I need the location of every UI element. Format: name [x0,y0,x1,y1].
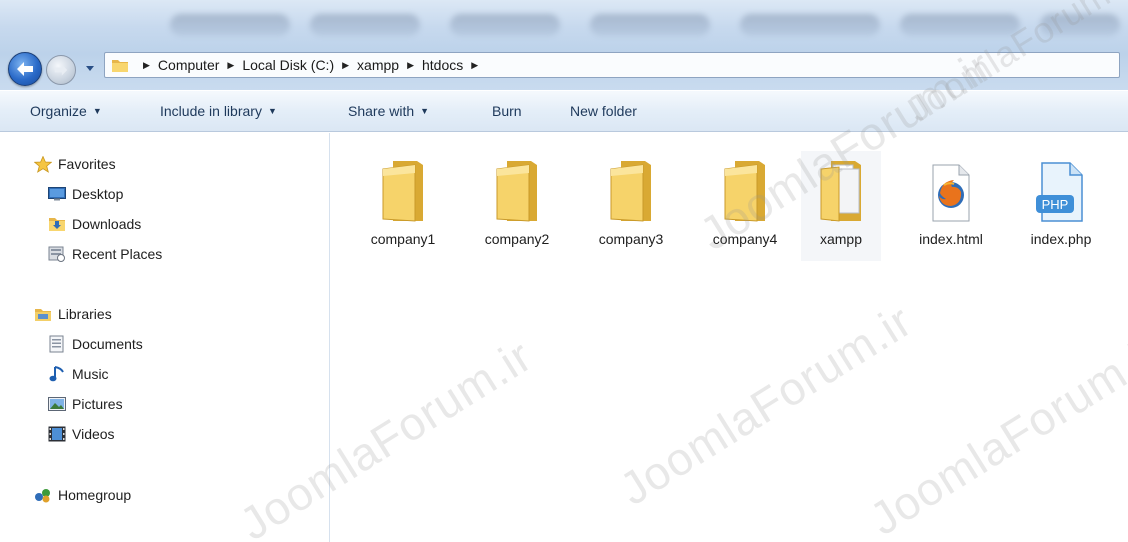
file-name: company4 [712,231,778,247]
music-icon [48,366,66,382]
nav-item-label: Recent Places [72,246,163,262]
burn-label: Burn [492,103,522,119]
nav-item-label: Pictures [72,396,123,412]
nav-item-label: Desktop [72,186,124,202]
chevron-down-icon: ▼ [92,106,102,116]
pictures-icon [48,396,66,412]
nav-item-videos[interactable]: Videos [48,424,115,444]
desktop-icon [48,186,66,202]
recent-places-icon [48,246,66,262]
nav-item-label: Videos [72,426,115,442]
php-file-icon: PHP [1031,151,1091,223]
burn-button[interactable]: Burn [492,103,522,119]
nav-item-label: Music [72,366,109,382]
file-item-company3[interactable]: company3 [581,151,681,261]
new-folder-button[interactable]: New folder [570,103,637,119]
blurred-taskbar-tab [1040,14,1120,36]
nav-favorites-label: Favorites [58,156,116,172]
blurred-taskbar-tab [590,14,710,36]
command-bar: Organize ▼ Include in library ▼ Share with… [0,90,1128,132]
recent-pages-dropdown[interactable] [85,64,95,74]
blurred-taskbar-tab [170,14,290,36]
libraries-icon [34,306,52,322]
nav-item-pictures[interactable]: Pictures [48,394,123,414]
window-title-bar: ▶ Computer ▶ Local Disk (C:) ▶ xampp ▶ h… [0,0,1128,90]
downloads-folder-icon [48,216,66,232]
nav-item-documents[interactable]: Documents [48,334,143,354]
videos-icon [48,426,66,442]
navigation-pane: Favorites Desktop Downloads Recent Place… [0,133,330,542]
breadcrumb-xampp[interactable]: xampp [357,57,399,73]
folder-icon [487,151,547,223]
file-list-pane: company1 company2 company3 company4 xamp… [331,133,1128,542]
nav-item-desktop[interactable]: Desktop [48,184,123,204]
blurred-taskbar-tab [310,14,420,36]
nav-homegroup-label: Homegroup [58,487,132,503]
documents-icon [48,335,66,353]
nav-item-label: Downloads [72,216,142,232]
file-item-company1[interactable]: company1 [353,151,453,261]
include-in-library-label: Include in library [160,103,262,119]
breadcrumb-separator-icon[interactable]: ▶ [407,60,414,71]
firefox-html-file-icon [921,151,981,223]
back-arrow-icon [17,62,33,76]
folder-icon [601,151,661,223]
breadcrumb-separator-icon[interactable]: ▶ [342,60,349,71]
nav-item-downloads[interactable]: Downloads [48,214,141,234]
chevron-down-icon: ▼ [267,106,277,116]
blurred-taskbar-tab [740,14,880,36]
file-name: index.php [1030,231,1092,247]
svg-text:PHP: PHP [1042,197,1069,212]
file-item-index-php[interactable]: PHP index.php [1011,151,1111,261]
nav-libraries-label: Libraries [58,306,112,322]
file-name: company2 [484,231,550,247]
nav-homegroup[interactable]: Homegroup [34,485,131,505]
nav-favorites[interactable]: Favorites [34,154,116,174]
breadcrumb-separator-icon[interactable]: ▶ [471,60,478,71]
breadcrumb-computer[interactable]: Computer [158,57,219,73]
breadcrumb-local-disk[interactable]: Local Disk (C:) [242,57,334,73]
file-name: xampp [819,231,863,247]
star-icon [34,155,52,173]
file-name: company3 [598,231,664,247]
blurred-taskbar-tab [450,14,560,36]
include-in-library-button[interactable]: Include in library ▼ [160,103,277,119]
file-item-company4[interactable]: company4 [695,151,795,261]
folder-icon [715,151,775,223]
file-name: index.html [919,231,983,247]
chevron-down-icon: ▼ [420,106,430,116]
chevron-down-icon [86,66,94,71]
folder-icon [373,151,433,223]
address-bar[interactable]: ▶ Computer ▶ Local Disk (C:) ▶ xampp ▶ h… [104,52,1120,78]
breadcrumb: ▶ Computer ▶ Local Disk (C:) ▶ xampp ▶ h… [135,57,486,73]
nav-item-label: Documents [72,336,143,352]
nav-item-music[interactable]: Music [48,364,109,384]
share-with-button[interactable]: Share with ▼ [348,103,429,119]
file-item-company2[interactable]: company2 [467,151,567,261]
nav-item-recent-places[interactable]: Recent Places [48,244,162,264]
folder-with-files-icon [811,151,871,223]
file-name: company1 [370,231,436,247]
organize-button[interactable]: Organize ▼ [30,103,102,119]
blurred-taskbar-tab [900,14,1020,36]
breadcrumb-separator-icon[interactable]: ▶ [143,60,150,71]
breadcrumb-htdocs[interactable]: htdocs [422,57,463,73]
new-folder-label: New folder [570,103,637,119]
file-item-xampp[interactable]: xampp [801,151,881,261]
forward-button[interactable] [46,55,76,85]
breadcrumb-separator-icon[interactable]: ▶ [227,60,234,71]
homegroup-icon [34,487,52,503]
share-with-label: Share with [348,103,415,119]
file-item-index-html[interactable]: index.html [901,151,1001,261]
folder-icon [111,57,129,73]
organize-label: Organize [30,103,87,119]
back-button[interactable] [8,52,42,86]
forward-arrow-icon [54,64,68,76]
nav-libraries[interactable]: Libraries [34,304,112,324]
